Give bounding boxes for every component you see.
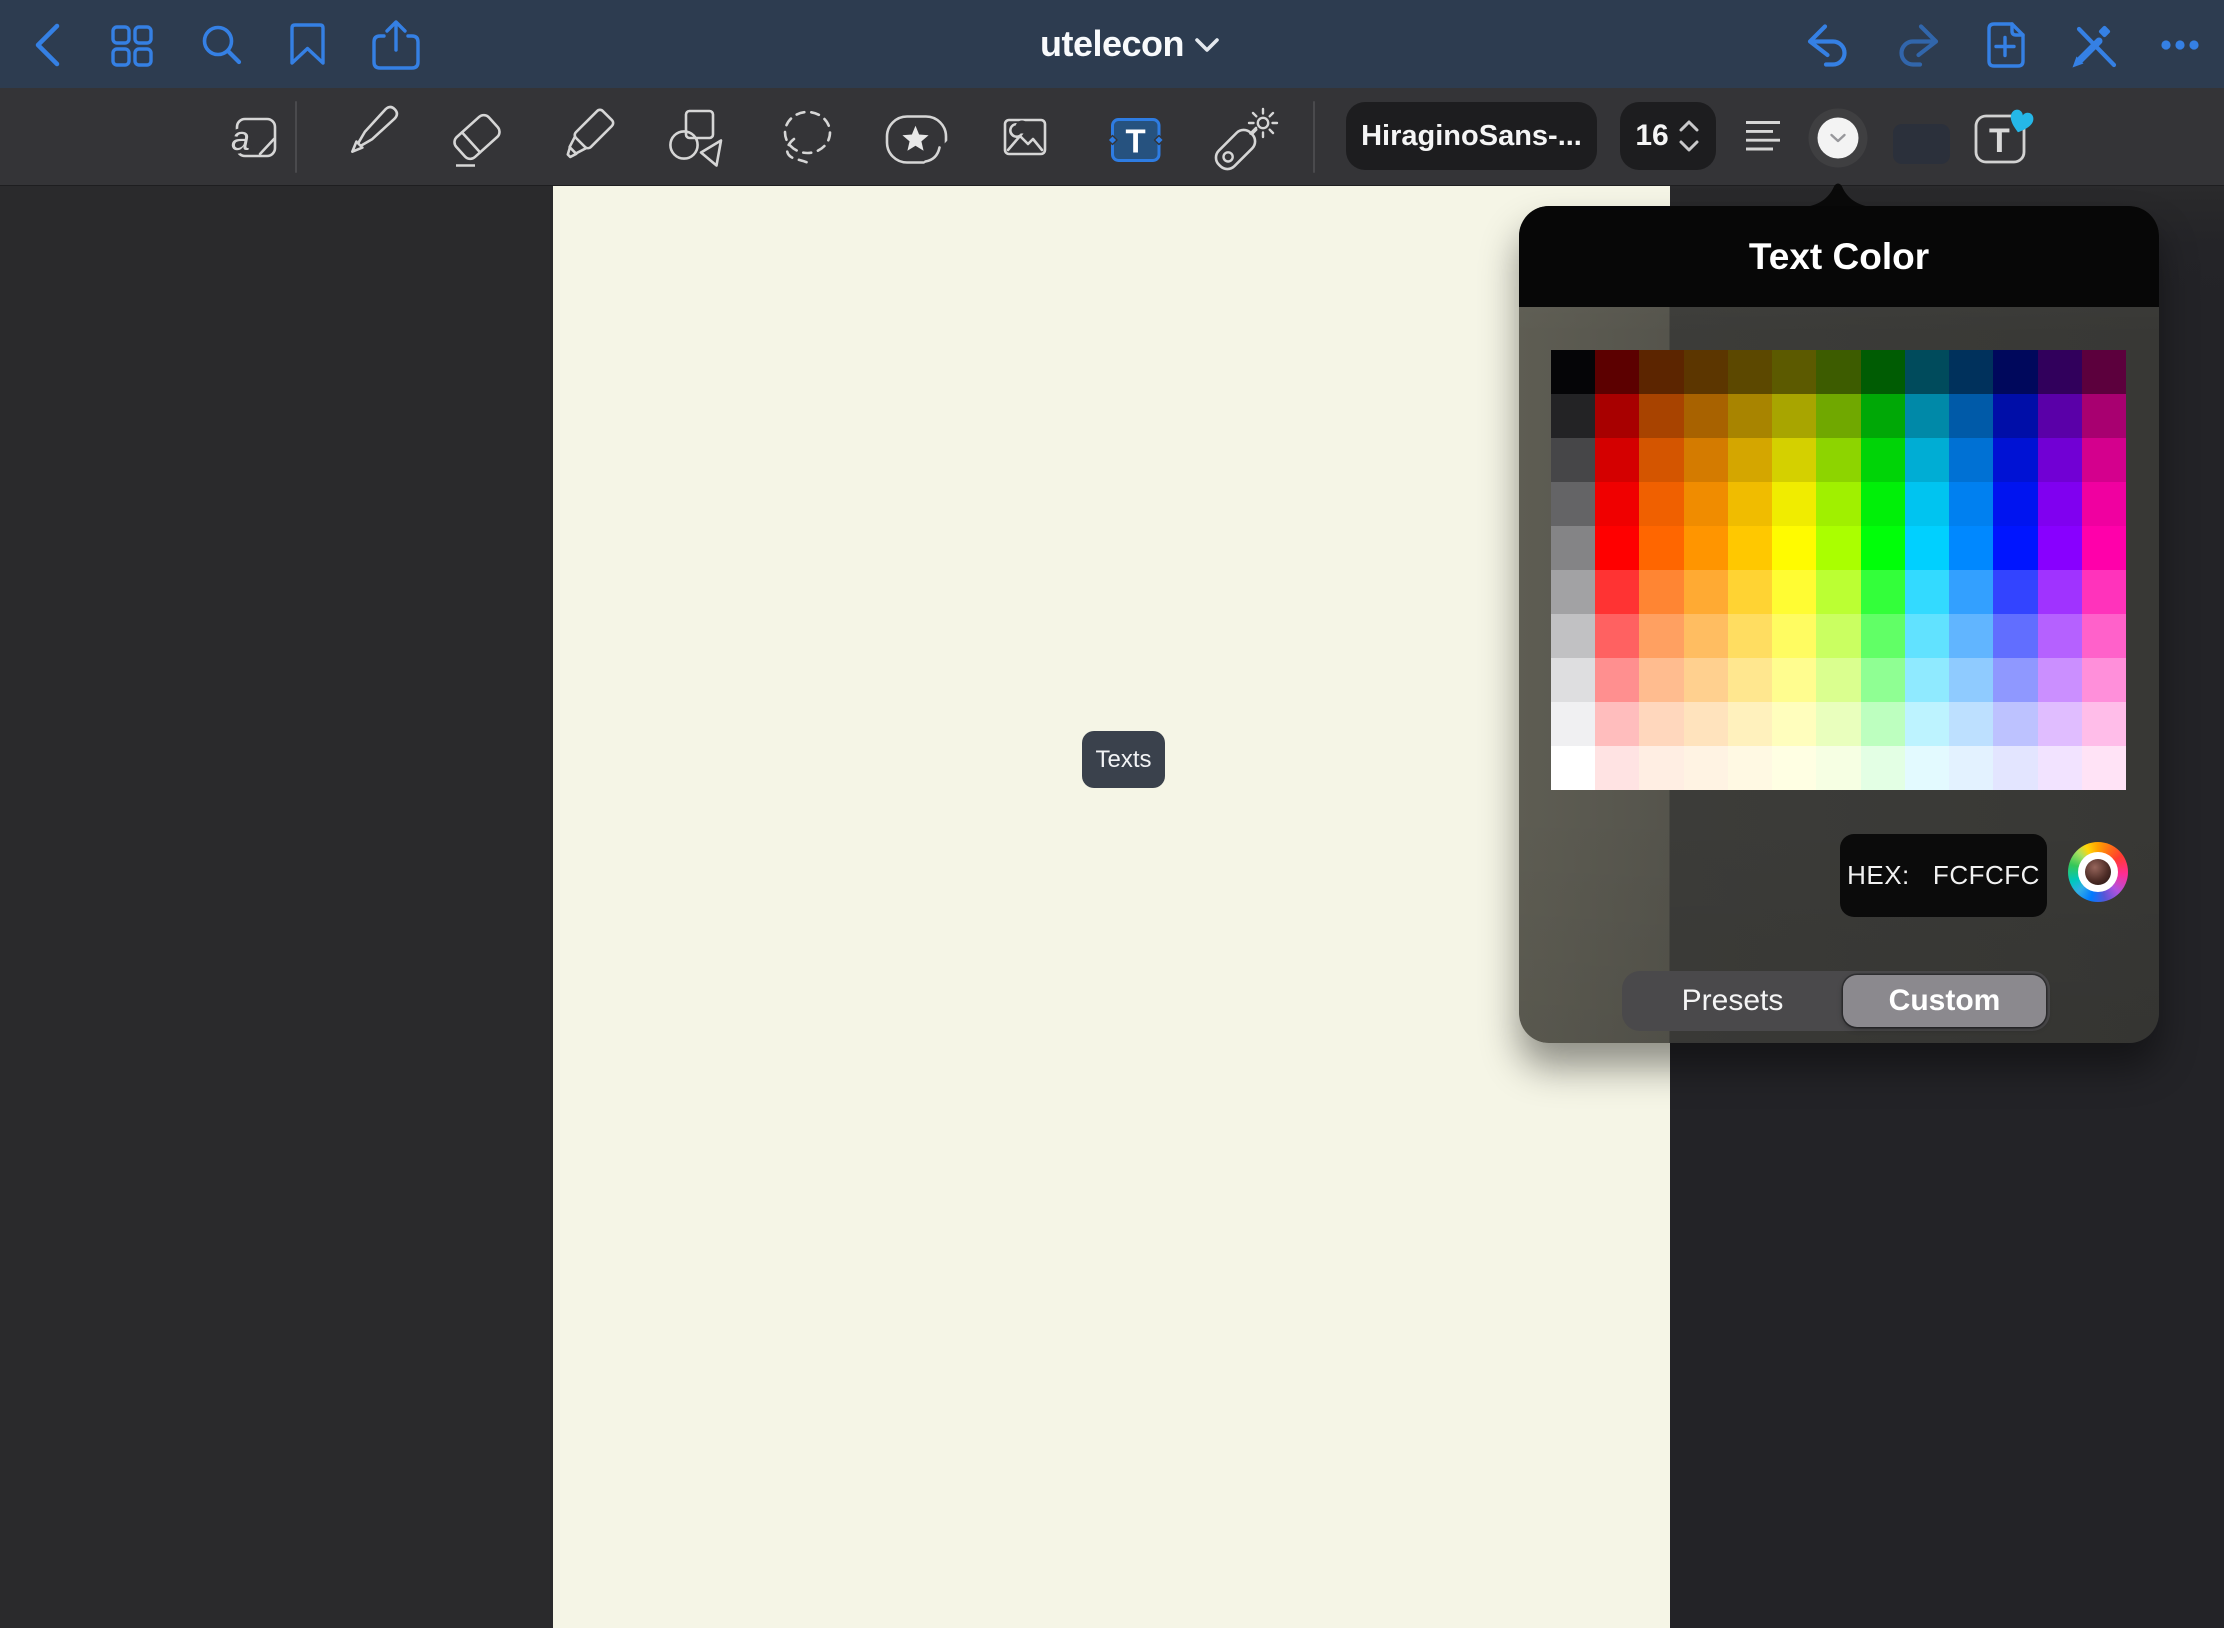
- svg-text:a: a: [231, 120, 250, 158]
- svg-text:T: T: [1126, 123, 1146, 160]
- svg-text:T: T: [1989, 122, 2010, 160]
